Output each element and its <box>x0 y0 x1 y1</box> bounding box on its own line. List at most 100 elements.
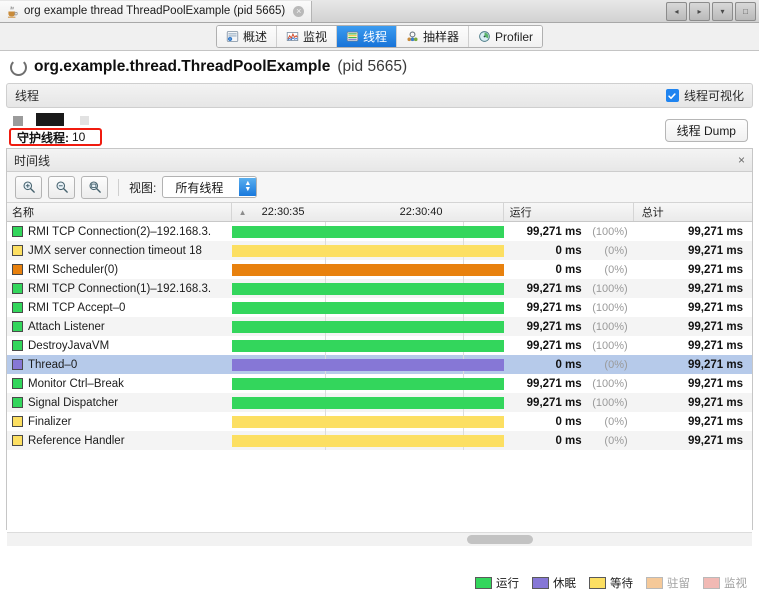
running-time-value: 99,271 ms <box>526 396 582 409</box>
table-row[interactable]: DestroyJavaVM 99,271 ms (100%) 99,271 ms <box>7 336 752 355</box>
thread-state-bar <box>231 302 504 314</box>
table-row[interactable]: RMI TCP Accept–0 99,271 ms (100%) 99,271 ms <box>7 298 752 317</box>
tab-threads[interactable]: 线程 <box>336 26 397 47</box>
total-time-cell: 99,271 ms <box>688 225 743 238</box>
table-row[interactable]: RMI TCP Connection(1)–192.168.3. 99,271 m… <box>7 279 752 298</box>
running-time-cell: 99,271 ms (100%) <box>504 298 634 317</box>
process-id-label: (pid 5665) <box>337 58 408 75</box>
thread-name-cell: RMI TCP Connection(1)–192.168.3. <box>7 279 232 298</box>
java-coffee-cup-icon <box>7 5 18 18</box>
thread-table-body[interactable]: RMI TCP Connection(2)–192.168.3. 99,271 m… <box>7 222 752 532</box>
table-row[interactable]: Reference Handler 0 ms (0%) 99,271 ms <box>7 431 752 450</box>
application-header: org.example.thread.ThreadPoolExample (pi… <box>0 51 759 83</box>
legend-label: 休眠 <box>553 578 576 590</box>
timeline-panel-header: 时间线 × <box>7 149 752 172</box>
thread-visualization-toggle[interactable]: 线程可视化 <box>665 87 744 104</box>
zoom-fit-button[interactable] <box>81 175 108 199</box>
column-header-total[interactable]: 总计 <box>634 203 752 221</box>
thread-timeline-cell[interactable] <box>231 222 504 241</box>
document-tab[interactable]: org example thread ThreadPoolExample (pi… <box>0 0 313 22</box>
zoom-in-button[interactable] <box>15 175 42 199</box>
total-time-cell: 99,271 ms <box>688 282 743 295</box>
thread-name-cell: Finalizer <box>7 412 232 431</box>
legend-swatch <box>646 577 663 589</box>
column-header-name[interactable]: 名称 <box>7 203 232 221</box>
thread-state-swatch <box>12 302 23 313</box>
thread-timeline-cell[interactable] <box>231 374 504 393</box>
close-icon[interactable]: × <box>738 153 745 167</box>
table-row[interactable]: Signal Dispatcher 99,271 ms (100%) 99,271 m… <box>7 393 752 412</box>
total-time-cell: 99,271 ms <box>688 434 743 447</box>
thread-timeline-cell[interactable] <box>231 336 504 355</box>
thread-timeline-cell[interactable] <box>231 279 504 298</box>
thread-timeline-cell[interactable] <box>231 260 504 279</box>
view-label: 视图: <box>129 180 157 195</box>
checkbox-checked-icon[interactable] <box>665 89 679 102</box>
chevron-down-icon[interactable]: ▾ <box>712 2 733 21</box>
tab-monitor[interactable]: 监视 <box>276 26 337 47</box>
legend-item: 驻留 <box>646 575 690 591</box>
nav-back-button[interactable]: ◂ <box>666 2 687 21</box>
timeline-panel: 时间线 × 视图: 所有线程 ▲ ▼ 名称 ▲ 22:30:35 22:30:4… <box>6 148 753 546</box>
table-row[interactable]: Finalizer 0 ms (0%) 99,271 ms <box>7 412 752 431</box>
table-row[interactable]: RMI Scheduler(0) 0 ms (0%) 99,271 ms <box>7 260 752 279</box>
running-time-cell: 99,271 ms (100%) <box>504 317 634 336</box>
tab-overview-label: 概述 <box>242 30 267 44</box>
thread-timeline-cell[interactable] <box>231 298 504 317</box>
scrollbar-thumb[interactable] <box>467 535 533 544</box>
running-time-value: 99,271 ms <box>526 282 582 295</box>
tab-overview[interactable]: i 概述 <box>216 26 277 47</box>
thread-name-label: RMI TCP Connection(1)–192.168.3. <box>28 282 212 295</box>
view-tab-group: i 概述 监视 线程 抽样器 Profiler <box>215 25 544 48</box>
tab-profiler[interactable]: Profiler <box>469 26 543 47</box>
thread-state-swatch <box>12 245 23 256</box>
legend-swatch <box>703 577 720 589</box>
running-time-cell: 0 ms (0%) <box>504 260 634 279</box>
thread-state-swatch <box>12 416 23 427</box>
maximize-button[interactable]: □ <box>735 2 756 21</box>
thread-timeline-cell[interactable] <box>231 412 504 431</box>
thread-timeline-cell[interactable] <box>231 355 504 374</box>
thread-timeline-cell[interactable] <box>231 393 504 412</box>
running-time-cell: 99,271 ms (100%) <box>504 393 634 412</box>
zoom-fit-icon <box>88 181 101 193</box>
thread-state-bar <box>231 321 504 333</box>
thread-state-swatch <box>12 340 23 351</box>
table-row[interactable]: Monitor Ctrl–Break 99,271 ms (100%) 99,271 … <box>7 374 752 393</box>
running-time-percent: (100%) <box>592 301 628 314</box>
thread-state-bar <box>231 416 504 428</box>
thread-name-cell: DestroyJavaVM <box>7 336 232 355</box>
table-row[interactable]: RMI TCP Connection(2)–192.168.3. 99,271 m… <box>7 222 752 241</box>
thread-state-swatch <box>12 321 23 332</box>
thread-name-cell: RMI TCP Accept–0 <box>7 298 232 317</box>
tab-sampler[interactable]: 抽样器 <box>397 26 470 47</box>
tab-profiler-label: Profiler <box>495 29 534 44</box>
running-time-cell: 0 ms (0%) <box>504 431 634 450</box>
legend-item: 运行 <box>475 575 519 591</box>
stat-block-peak <box>80 116 89 125</box>
chevron-updown-icon[interactable]: ▲ ▼ <box>239 178 257 196</box>
table-row[interactable]: Attach Listener 99,271 ms (100%) 99,271 ms <box>7 317 752 336</box>
visualvm-window: org example thread ThreadPoolExample (pi… <box>0 0 759 595</box>
view-select[interactable]: 所有线程 ▲ ▼ <box>162 176 258 198</box>
table-row[interactable]: JMX server connection timeout 18 0 ms (0%)… <box>7 241 752 260</box>
close-icon[interactable]: × <box>293 5 305 17</box>
horizontal-scrollbar[interactable] <box>7 532 752 546</box>
thread-timeline-cell[interactable] <box>231 431 504 450</box>
zoom-out-button[interactable] <box>48 175 75 199</box>
running-time-percent: (100%) <box>592 339 628 352</box>
running-time-percent: (0%) <box>604 244 628 257</box>
tab-sampler-label: 抽样器 <box>423 30 460 44</box>
column-header-running[interactable]: 运行 <box>504 203 634 221</box>
thread-name-cell: Thread–0 <box>7 355 232 374</box>
nav-forward-button[interactable]: ▸ <box>689 2 710 21</box>
thread-timeline-cell[interactable] <box>231 241 504 260</box>
thread-dump-button[interactable]: 线程 Dump <box>664 119 748 142</box>
column-header-timeline[interactable]: ▲ 22:30:35 22:30:40 <box>232 203 504 221</box>
thread-name-cell: RMI Scheduler(0) <box>7 260 232 279</box>
thread-timeline-cell[interactable] <box>231 317 504 336</box>
table-row[interactable]: Thread–0 0 ms (0%) 99,271 ms <box>7 355 752 374</box>
thread-name-cell: RMI TCP Connection(2)–192.168.3. <box>7 222 232 241</box>
sampler-icon <box>407 31 418 42</box>
thread-name-cell: JMX server connection timeout 18 <box>7 241 232 260</box>
